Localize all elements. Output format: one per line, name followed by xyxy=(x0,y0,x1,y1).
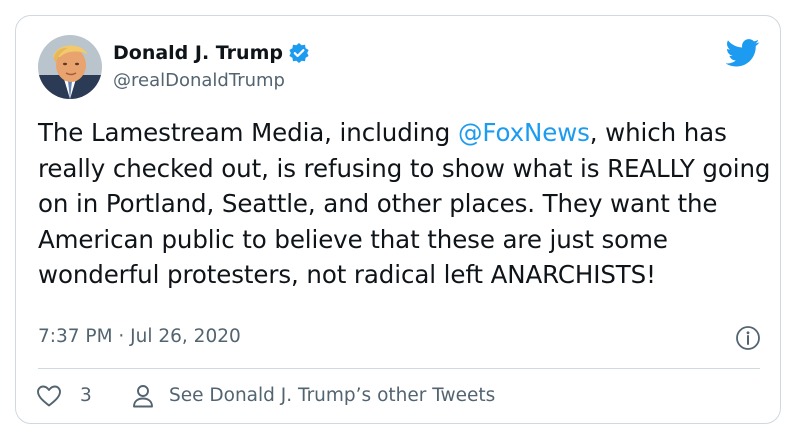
divider xyxy=(38,368,760,369)
like-count[interactable]: 3 xyxy=(80,385,92,406)
tweet-text-start: The Lamestream Media, including xyxy=(38,118,458,147)
author-name-row[interactable]: Donald J. Trump xyxy=(113,40,310,66)
timestamp[interactable]: 7:37 PM · Jul 26, 2020 xyxy=(38,326,241,347)
twitter-bird-icon[interactable] xyxy=(725,39,760,67)
heart-icon[interactable] xyxy=(36,384,62,408)
info-icon[interactable] xyxy=(735,325,761,351)
person-icon[interactable] xyxy=(131,383,155,409)
see-other-tweets-link[interactable]: See Donald J. Trump’s other Tweets xyxy=(169,385,495,406)
avatar[interactable] xyxy=(38,35,102,99)
verified-badge-icon xyxy=(288,42,310,64)
mention-link[interactable]: @FoxNews xyxy=(458,118,590,147)
tweet-text: The Lamestream Media, including @FoxNews… xyxy=(38,115,773,293)
author-handle[interactable]: @realDonaldTrump xyxy=(113,70,285,91)
display-name[interactable]: Donald J. Trump xyxy=(113,42,283,64)
tweet-card[interactable]: Donald J. Trump @realDonaldTrump The Lam… xyxy=(15,15,781,424)
